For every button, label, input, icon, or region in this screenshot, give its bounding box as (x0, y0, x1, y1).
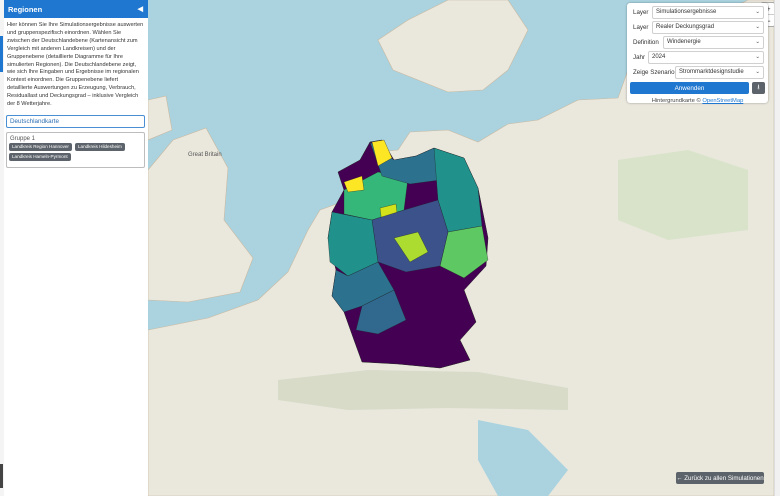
page-scrollbar[interactable] (774, 0, 780, 496)
chevron-down-icon: ⌄ (755, 39, 760, 45)
layer1-row: Layer Simulationsergebnisse ⌄ (630, 5, 764, 19)
sidebar-description: Hier können Sie Ihre Simulationsergebnis… (7, 22, 144, 108)
map-label-great-britain: Great Britain (188, 152, 222, 158)
active-indicator (0, 36, 3, 72)
download-icon[interactable]: ⭳ (752, 82, 765, 94)
year-select[interactable]: 2024 ⌄ (648, 50, 764, 64)
region-chip[interactable]: Landkreis Hameln-Pyrmont (9, 152, 71, 161)
group-card[interactable]: Gruppe 1 Landkreis Region Hannover Landk… (6, 131, 145, 168)
chevron-down-icon: ⌄ (755, 69, 760, 75)
region-chip[interactable]: Landkreis Hildesheim (74, 142, 125, 151)
sidebar-header: Regionen ◀ (4, 0, 148, 18)
chevron-down-icon: ⌄ (755, 9, 760, 15)
layer2-row: Layer Realer Deckungsgrad ⌄ (630, 20, 764, 34)
resize-handle[interactable] (0, 464, 3, 488)
apply-row: Anwenden ⭳ (630, 82, 765, 94)
definition-row: Definition Windenergie ⌄ (630, 35, 764, 49)
back-to-simulations-button[interactable]: ← Zurück zu allen Simulationen (676, 472, 764, 484)
year-row: Jahr 2024 ⌄ (630, 50, 764, 64)
group-title: Gruppe 1 (10, 135, 36, 142)
attribution-prefix: Hintergrundkarte © (651, 98, 701, 104)
map-view-option[interactable]: Deutschlandkarte (6, 114, 145, 128)
scenario-value: Strommarktdesignstudie (679, 69, 744, 75)
openstreetmap-link[interactable]: OpenStreetMap (702, 98, 743, 104)
definition-value: Windenergie (667, 39, 701, 45)
chevron-down-icon: ⌄ (755, 54, 760, 60)
layer1-select[interactable]: Simulationsergebnisse ⌄ (652, 5, 764, 19)
scenario-select[interactable]: Strommarktdesignstudie ⌄ (675, 65, 764, 79)
region-chips: Landkreis Region Hannover Landkreis Hild… (9, 142, 142, 161)
layer2-value: Realer Deckungsgrad (656, 24, 715, 30)
year-label: Jahr (633, 53, 646, 61)
layer2-label: Layer (633, 23, 649, 31)
forest-area (618, 150, 748, 240)
layer2-select[interactable]: Realer Deckungsgrad ⌄ (652, 20, 764, 34)
layer1-value: Simulationsergebnisse (656, 9, 717, 15)
regions-sidebar: Regionen ◀ Hier können Sie Ihre Simulati… (4, 0, 149, 496)
scenario-label: Zeige Szenario (633, 68, 675, 76)
chevron-down-icon: ⌄ (755, 24, 760, 30)
layer1-label: Layer (633, 8, 649, 16)
scenario-row: Zeige Szenario Strommarktdesignstudie ⌄ (630, 65, 764, 79)
map-attribution: Hintergrundkarte © OpenStreetMap (627, 98, 768, 104)
layer-control-panel: Layer Simulationsergebnisse ⌄ Layer Real… (627, 3, 768, 104)
collapse-sidebar-icon[interactable]: ◀ (138, 5, 143, 13)
sidebar-title: Regionen (8, 4, 43, 14)
definition-label: Definition (633, 38, 659, 46)
apply-button[interactable]: Anwenden (630, 82, 749, 94)
year-value: 2024 (652, 54, 666, 60)
definition-select[interactable]: Windenergie ⌄ (663, 35, 764, 49)
region-chip[interactable]: Landkreis Region Hannover (9, 142, 72, 151)
